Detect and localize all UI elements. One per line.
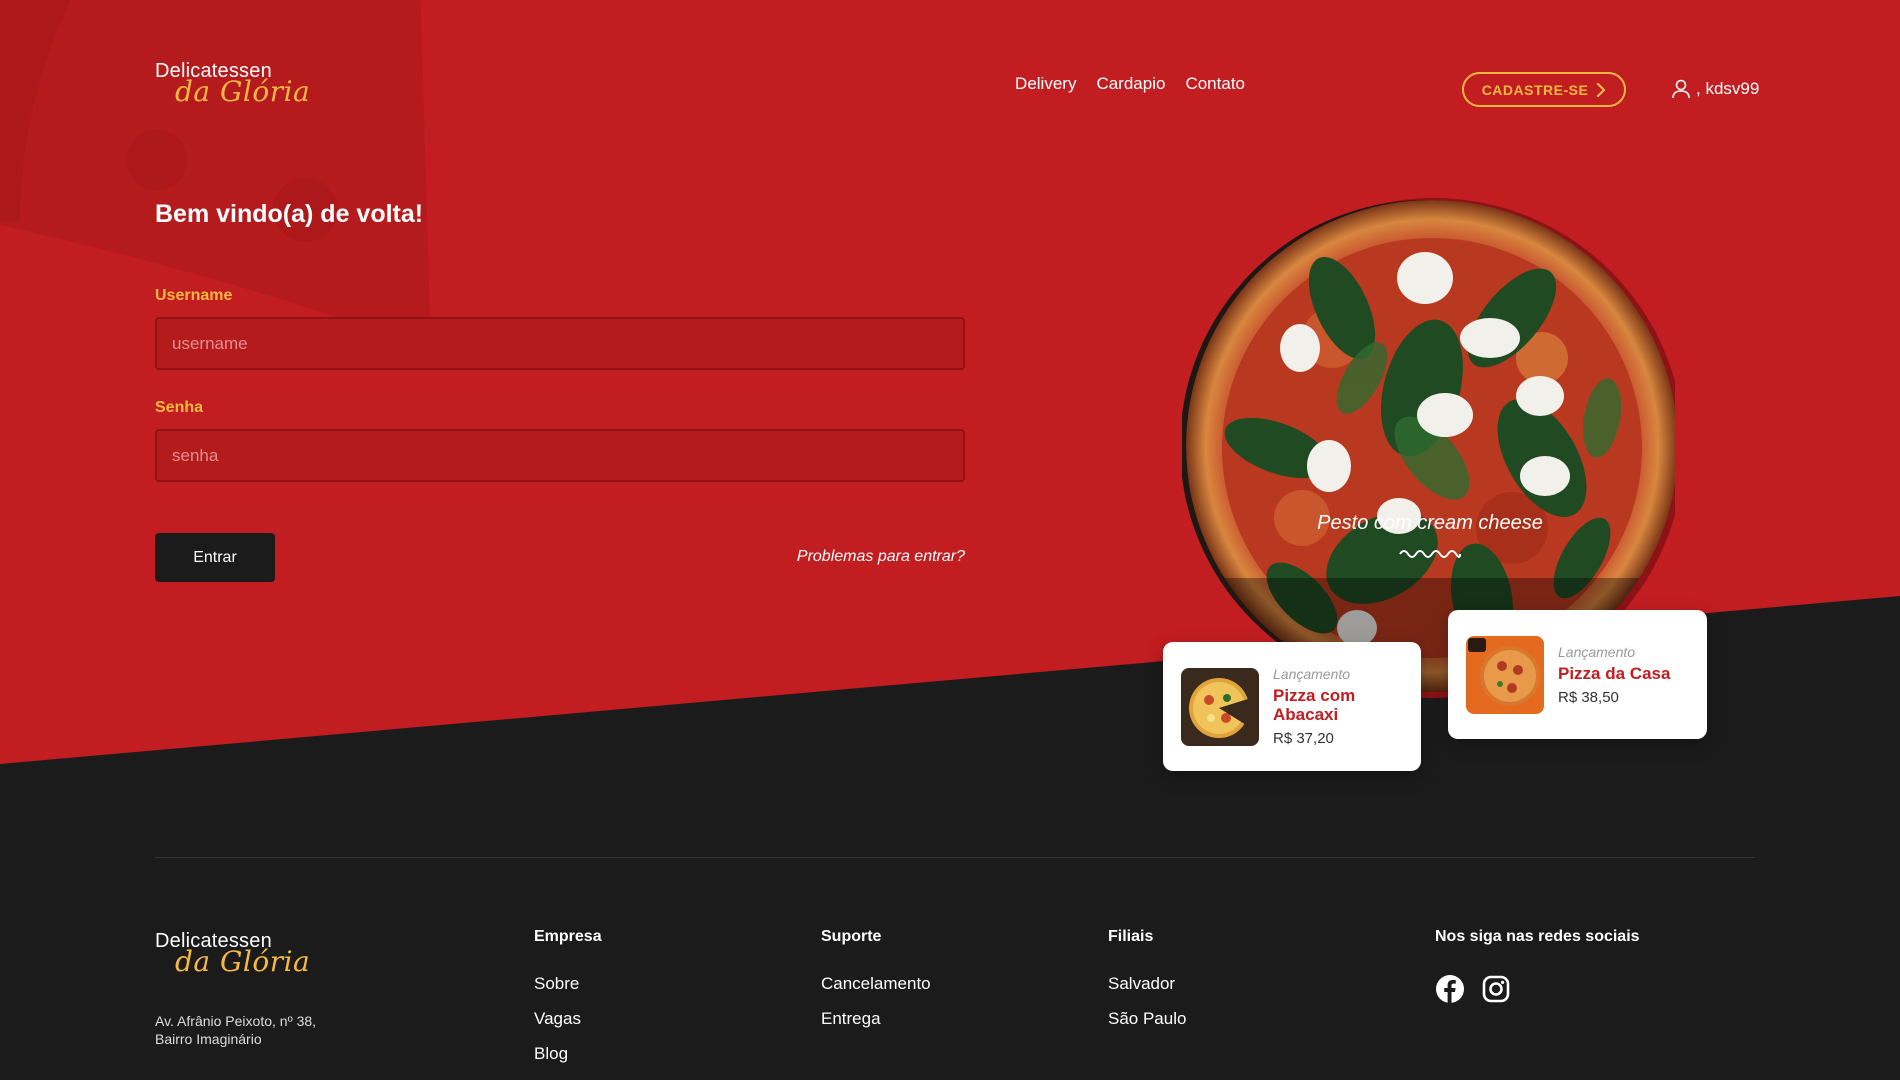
- product-name: Pizza da Casa: [1558, 663, 1671, 683]
- logo-line2: da Glória: [175, 75, 311, 108]
- social-title: Nos siga nas redes sociais: [1435, 928, 1640, 945]
- nav-contato-link[interactable]: Contato: [1185, 74, 1245, 94]
- instagram-icon[interactable]: [1481, 974, 1511, 1004]
- pizza-da-casa-thumbnail: [1466, 635, 1544, 714]
- product-price: R$ 38,50: [1558, 688, 1619, 706]
- product-info: Lançamento Pizza com Abacaxi R$ 37,20: [1273, 666, 1403, 747]
- nav-cardapio-link[interactable]: Cardapio: [1096, 74, 1165, 94]
- footer-address: Av. Afrânio Peixoto, nº 38, Bairro Imagi…: [155, 1013, 317, 1047]
- product-tag: Lançamento: [1273, 666, 1351, 682]
- signup-label: CADASTRE-SE: [1481, 81, 1589, 98]
- user-name: , kdsv99: [1696, 79, 1760, 98]
- footer-column-title: Empresa: [534, 928, 602, 945]
- user-icon: [1672, 79, 1690, 99]
- username-label: Username: [155, 287, 233, 304]
- password-input[interactable]: [155, 429, 965, 482]
- chevron-right-icon: [1597, 82, 1606, 97]
- footer-link-vagas[interactable]: Vagas: [534, 1009, 602, 1029]
- product-card[interactable]: Lançamento Pizza da Casa R$ 38,50: [1448, 610, 1707, 739]
- squiggle-decoration: [1399, 550, 1461, 558]
- footer-social: Nos siga nas redes sociais: [1435, 928, 1640, 1004]
- forgot-login-link[interactable]: Problemas para entrar?: [797, 548, 965, 566]
- footer-column-empresa: Empresa Sobre Vagas Blog: [534, 928, 602, 1079]
- pizza-abacaxi-thumbnail: [1181, 667, 1259, 746]
- password-label: Senha: [155, 399, 204, 416]
- footer-column-title: Filiais: [1108, 928, 1154, 945]
- footer-link-sobre[interactable]: Sobre: [534, 974, 602, 994]
- main-nav: Delivery Cardapio Contato: [995, 74, 1245, 94]
- user-menu[interactable]: , kdsv99: [1670, 78, 1759, 100]
- logo-line2: da Glória: [175, 945, 311, 978]
- social-icons: [1435, 974, 1640, 1004]
- login-form: Bem vindo(a) de volta! Username Senha En…: [155, 200, 965, 582]
- footer-link-cancelamento[interactable]: Cancelamento: [821, 974, 931, 994]
- username-input[interactable]: [155, 317, 965, 370]
- header-logo[interactable]: Delicatessen da Glória: [155, 60, 310, 108]
- footer-link-sao-paulo[interactable]: São Paulo: [1108, 1009, 1186, 1029]
- footer-column-suporte: Suporte Cancelamento Entrega: [821, 928, 931, 1044]
- login-submit-button[interactable]: Entrar: [155, 533, 275, 582]
- footer-link-entrega[interactable]: Entrega: [821, 1009, 931, 1029]
- login-title: Bem vindo(a) de volta!: [155, 200, 424, 228]
- product-tag: Lançamento: [1558, 643, 1636, 660]
- product-card[interactable]: Lançamento Pizza com Abacaxi R$ 37,20: [1163, 642, 1421, 771]
- product-info: Lançamento Pizza da Casa R$ 38,50: [1558, 644, 1670, 706]
- footer-link-salvador[interactable]: Salvador: [1108, 974, 1186, 994]
- footer-logo[interactable]: Delicatessen da Glória: [155, 930, 310, 978]
- footer-column-title: Suporte: [821, 928, 882, 945]
- nav-delivery-link[interactable]: Delivery: [1015, 74, 1076, 94]
- hero-caption: Pesto com cream cheese: [1317, 512, 1543, 534]
- footer-link-blog[interactable]: Blog: [534, 1044, 602, 1064]
- signup-button[interactable]: CADASTRE-SE: [1462, 72, 1626, 107]
- product-price: R$ 37,20: [1273, 730, 1334, 747]
- footer-divider: [155, 857, 1755, 858]
- footer-column-filiais: Filiais Salvador São Paulo: [1108, 928, 1186, 1044]
- product-name: Pizza com Abacaxi: [1273, 686, 1356, 724]
- facebook-icon[interactable]: [1435, 974, 1465, 1004]
